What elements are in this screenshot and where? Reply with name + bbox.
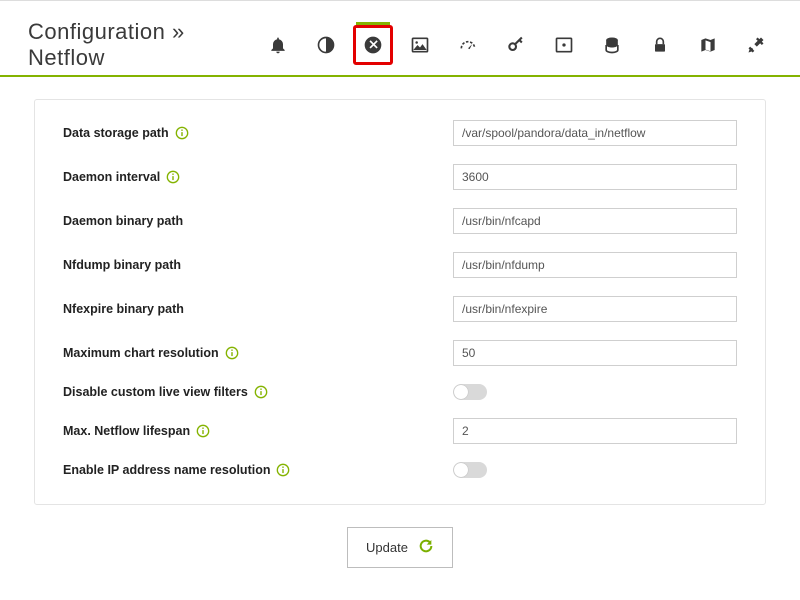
form-row: Maximum chart resolution — [63, 340, 737, 366]
settings-panel: Data storage path Daemon interval Daemon b… — [34, 99, 766, 505]
tools-icon — [742, 31, 770, 59]
form-row: Max. Netflow lifespan — [63, 418, 737, 444]
toolbar-item-netflow[interactable] — [353, 25, 393, 65]
text-input[interactable] — [453, 164, 737, 190]
info-icon[interactable] — [166, 170, 180, 184]
field-label-text: Disable custom live view filters — [63, 385, 248, 399]
contrast-icon — [312, 31, 340, 59]
field-control — [453, 252, 737, 278]
form-row: Disable custom live view filters — [63, 384, 737, 400]
page-header: Configuration » Netflow — [0, 0, 800, 77]
field-label: Data storage path — [63, 126, 453, 140]
toolbar-item-monitor[interactable] — [548, 29, 580, 61]
field-control — [453, 340, 737, 366]
field-label: Daemon binary path — [63, 214, 453, 228]
gauge-icon — [454, 31, 482, 59]
toggle-switch[interactable] — [453, 462, 487, 478]
form-row: Daemon interval — [63, 164, 737, 190]
field-label-text: Data storage path — [63, 126, 169, 140]
toolbar-item-contrast[interactable] — [310, 29, 342, 61]
field-label-text: Max. Netflow lifespan — [63, 424, 190, 438]
field-label-text: Nfexpire binary path — [63, 302, 184, 316]
toolbar-item-lock[interactable] — [644, 29, 676, 61]
key-icon — [502, 31, 530, 59]
toolbar-item-gauge[interactable] — [452, 29, 484, 61]
toolbar-item-map[interactable] — [692, 29, 724, 61]
field-label-text: Nfdump binary path — [63, 258, 181, 272]
form-row: Enable IP address name resolution — [63, 462, 737, 478]
update-button[interactable]: Update — [347, 527, 453, 568]
toggle-switch[interactable] — [453, 384, 487, 400]
toolbar-item-bell[interactable] — [262, 29, 294, 61]
field-control — [453, 418, 737, 444]
refresh-icon — [418, 538, 434, 557]
text-input[interactable] — [453, 252, 737, 278]
field-control — [453, 462, 737, 478]
toolbar — [262, 29, 772, 61]
field-label-text: Daemon interval — [63, 170, 160, 184]
page-title: Configuration » Netflow — [28, 19, 262, 71]
text-input[interactable] — [453, 418, 737, 444]
field-control — [453, 208, 737, 234]
form-row: Nfexpire binary path — [63, 296, 737, 322]
field-label: Enable IP address name resolution — [63, 463, 453, 477]
form-row: Nfdump binary path — [63, 252, 737, 278]
field-label-text: Enable IP address name resolution — [63, 463, 270, 477]
netflow-icon — [359, 31, 387, 59]
field-control — [453, 164, 737, 190]
info-icon[interactable] — [196, 424, 210, 438]
field-control — [453, 120, 737, 146]
text-input[interactable] — [453, 120, 737, 146]
field-label: Maximum chart resolution — [63, 346, 453, 360]
info-icon[interactable] — [254, 385, 268, 399]
field-label: Disable custom live view filters — [63, 385, 453, 399]
field-control — [453, 296, 737, 322]
field-label: Nfdump binary path — [63, 258, 453, 272]
stack-icon — [598, 31, 626, 59]
field-label-text: Daemon binary path — [63, 214, 183, 228]
actions-bar: Update — [0, 527, 800, 568]
field-label: Nfexpire binary path — [63, 302, 453, 316]
text-input[interactable] — [453, 208, 737, 234]
update-button-label: Update — [366, 540, 408, 555]
toolbar-item-tools[interactable] — [740, 29, 772, 61]
lock-icon — [646, 31, 674, 59]
text-input[interactable] — [453, 340, 737, 366]
map-icon — [694, 31, 722, 59]
field-label: Daemon interval — [63, 170, 453, 184]
field-control — [453, 384, 737, 400]
image-icon — [406, 31, 434, 59]
info-icon[interactable] — [225, 346, 239, 360]
form-row: Daemon binary path — [63, 208, 737, 234]
field-label-text: Maximum chart resolution — [63, 346, 219, 360]
toolbar-item-image[interactable] — [404, 29, 436, 61]
toolbar-item-key[interactable] — [500, 29, 532, 61]
toolbar-item-stack[interactable] — [596, 29, 628, 61]
text-input[interactable] — [453, 296, 737, 322]
form-row: Data storage path — [63, 120, 737, 146]
info-icon[interactable] — [276, 463, 290, 477]
bell-icon — [264, 31, 292, 59]
field-label: Max. Netflow lifespan — [63, 424, 453, 438]
monitor-icon — [550, 31, 578, 59]
info-icon[interactable] — [175, 126, 189, 140]
